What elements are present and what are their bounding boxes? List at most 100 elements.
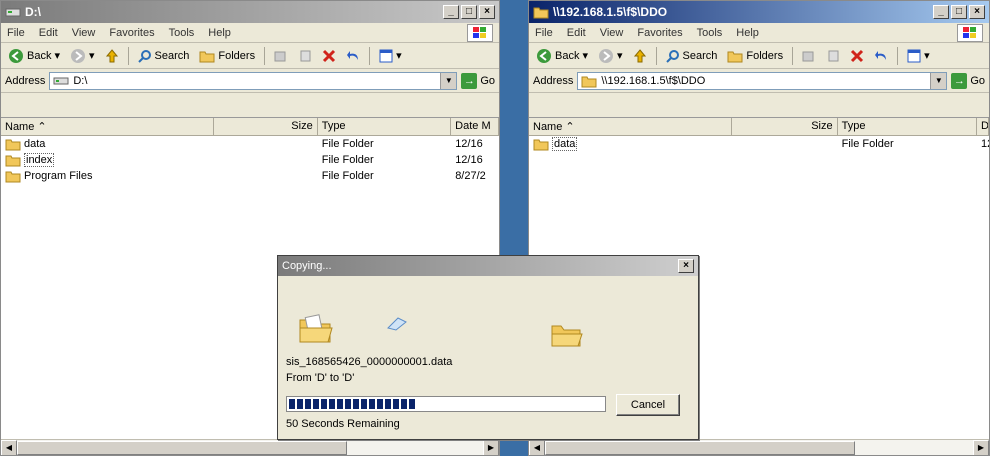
- delete-button[interactable]: [319, 48, 339, 64]
- search-button[interactable]: Search: [663, 48, 721, 64]
- toolbar-separator: [264, 46, 266, 65]
- menu-tools[interactable]: Tools: [697, 27, 723, 39]
- back-button[interactable]: Back ▾: [5, 47, 63, 65]
- copy-filename: sis_168565426_0000000001.data: [286, 356, 453, 368]
- folder-icon: [727, 49, 743, 63]
- delete-button[interactable]: [847, 48, 867, 64]
- toolbar-separator: [655, 46, 657, 65]
- folder-icon: [5, 169, 21, 183]
- list-item[interactable]: data File Folder 12/16: [1, 136, 499, 152]
- folders-label: Folders: [218, 49, 256, 62]
- folder-icon: [5, 153, 21, 167]
- close-button[interactable]: ×: [479, 5, 495, 19]
- window-title: D:\: [25, 5, 41, 19]
- views-button[interactable]: ▾: [376, 48, 405, 64]
- move-to-button[interactable]: [271, 48, 291, 64]
- address-input[interactable]: \\192.168.1.5\f$\DDO ▼: [577, 71, 948, 90]
- list-item[interactable]: data File Folder 12: [529, 136, 989, 152]
- chevron-down-icon[interactable]: ▾: [924, 49, 930, 62]
- scroll-left-arrow-icon[interactable]: ◀: [529, 439, 545, 455]
- menu-help[interactable]: Help: [208, 27, 231, 39]
- undo-button[interactable]: [871, 48, 891, 64]
- menu-favorites[interactable]: Favorites: [637, 27, 682, 39]
- move-to-button[interactable]: [799, 48, 819, 64]
- chevron-down-icon[interactable]: ▾: [617, 49, 623, 62]
- chevron-down-icon[interactable]: ▾: [89, 49, 95, 62]
- address-value: D:\: [73, 74, 88, 87]
- up-folder-button[interactable]: [630, 47, 650, 65]
- column-headers: Name ⌃ Size Type Date M: [1, 118, 499, 136]
- close-button[interactable]: ×: [678, 259, 694, 273]
- forward-button[interactable]: ▾: [595, 47, 626, 65]
- menu-edit[interactable]: Edit: [567, 27, 586, 39]
- dialog-title-bar[interactable]: Copying... ×: [278, 256, 698, 276]
- horizontal-scrollbar[interactable]: ◀ ▶: [529, 439, 989, 455]
- file-type: File Folder: [321, 138, 374, 150]
- cancel-button[interactable]: Cancel: [616, 394, 680, 416]
- progress-fill: [289, 399, 415, 409]
- column-headers: Name ⌃ Size Type Da: [529, 118, 989, 136]
- undo-button[interactable]: [343, 48, 363, 64]
- scroll-track[interactable]: [17, 440, 483, 455]
- copying-dialog: Copying... × sis_168565426_0000000001.da…: [277, 255, 699, 440]
- address-input[interactable]: D:\ ▼: [49, 71, 458, 90]
- chevron-down-icon[interactable]: ▾: [396, 49, 402, 62]
- close-button[interactable]: ×: [969, 5, 985, 19]
- menu-edit[interactable]: Edit: [39, 27, 58, 39]
- maximize-button[interactable]: □: [461, 5, 477, 19]
- column-header-date[interactable]: Da: [977, 118, 989, 136]
- chevron-down-icon[interactable]: ▼: [440, 72, 457, 89]
- folders-button[interactable]: Folders: [196, 48, 258, 64]
- back-button[interactable]: Back ▾: [533, 47, 591, 65]
- search-button[interactable]: Search: [135, 48, 193, 64]
- title-bar[interactable]: \\192.168.1.5\f$\DDO _ □ ×: [529, 1, 989, 23]
- menu-view[interactable]: View: [600, 27, 624, 39]
- title-bar[interactable]: D:\ _ □ ×: [1, 1, 499, 23]
- column-header-name[interactable]: Name ⌃: [1, 118, 215, 136]
- menu-view[interactable]: View: [72, 27, 96, 39]
- horizontal-scrollbar[interactable]: ◀ ▶: [1, 439, 499, 455]
- scroll-thumb[interactable]: [545, 440, 855, 455]
- go-button[interactable]: → Go: [951, 72, 985, 89]
- toolbar-separator: [897, 46, 899, 65]
- file-name: Program Files: [24, 170, 93, 182]
- address-bar: Address D:\ ▼ → Go: [1, 69, 499, 93]
- go-button[interactable]: → Go: [461, 72, 495, 89]
- chevron-down-icon[interactable]: ▾: [54, 49, 60, 62]
- menu-tools[interactable]: Tools: [169, 27, 195, 39]
- chevron-down-icon[interactable]: ▼: [930, 72, 947, 89]
- folder-icon: [199, 49, 215, 63]
- copy-to-icon: [826, 49, 840, 63]
- scroll-thumb[interactable]: [17, 440, 347, 455]
- menu-file[interactable]: File: [7, 27, 25, 39]
- column-header-type[interactable]: Type: [318, 118, 452, 136]
- scroll-left-arrow-icon[interactable]: ◀: [1, 439, 17, 455]
- windows-logo-icon: [957, 23, 983, 42]
- list-item[interactable]: index File Folder 12/16: [1, 152, 499, 168]
- up-folder-button[interactable]: [102, 47, 122, 65]
- scroll-right-arrow-icon[interactable]: ▶: [973, 439, 989, 455]
- folders-button[interactable]: Folders: [724, 48, 786, 64]
- chevron-down-icon[interactable]: ▾: [582, 49, 588, 62]
- menu-favorites[interactable]: Favorites: [109, 27, 154, 39]
- go-label: Go: [480, 74, 495, 87]
- scroll-right-arrow-icon[interactable]: ▶: [483, 439, 499, 455]
- column-header-size[interactable]: Size: [214, 118, 318, 136]
- move-to-icon: [274, 49, 288, 63]
- list-item[interactable]: Program Files File Folder 8/27/2: [1, 168, 499, 184]
- column-header-type[interactable]: Type: [838, 118, 978, 136]
- forward-button[interactable]: ▾: [67, 47, 98, 65]
- minimize-button[interactable]: _: [443, 5, 459, 19]
- menu-help[interactable]: Help: [736, 27, 759, 39]
- scroll-track[interactable]: [545, 440, 973, 455]
- menu-file[interactable]: File: [535, 27, 553, 39]
- column-header-size[interactable]: Size: [732, 118, 838, 136]
- copy-to-button[interactable]: [823, 48, 843, 64]
- views-icon: [379, 49, 393, 63]
- views-button[interactable]: ▾: [904, 48, 933, 64]
- copy-to-button[interactable]: [295, 48, 315, 64]
- minimize-button[interactable]: _: [933, 5, 949, 19]
- maximize-button[interactable]: □: [951, 5, 967, 19]
- column-header-date[interactable]: Date M: [451, 118, 499, 136]
- column-header-name[interactable]: Name ⌃: [529, 118, 733, 136]
